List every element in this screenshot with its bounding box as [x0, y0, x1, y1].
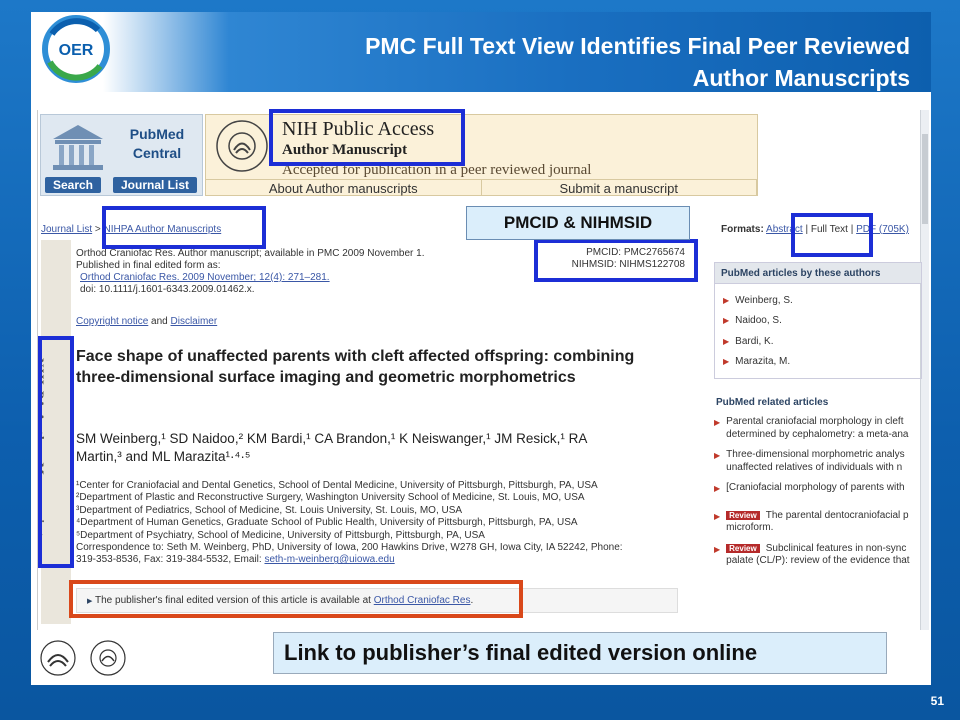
highlight-nihpa-breadcrumb	[102, 206, 266, 249]
related-article-item[interactable]: ▶ Three-dimensional morphometric analys u…	[714, 449, 922, 474]
nih-header-links: About Author manuscripts Submit a manusc…	[206, 179, 757, 196]
highlight-nih-public-access	[269, 109, 465, 166]
related-article-item[interactable]: ▶ Review The parental dentocraniofacial p…	[714, 510, 922, 535]
highlight-nihpa-side	[38, 336, 74, 568]
citation-meta: Orthod Craniofac Res. Author manuscript;…	[76, 248, 425, 296]
copyright-notice-link[interactable]: Copyright notice	[76, 316, 148, 327]
copyright-line: Copyright notice and Disclaimer	[76, 316, 217, 327]
highlight-publisher-link	[69, 580, 523, 618]
slide-title-line1: PMC Full Text View Identifies Final Peer…	[365, 33, 910, 59]
related-article-line[interactable]: microform.	[726, 522, 908, 535]
about-author-manuscripts-link[interactable]: About Author manuscripts	[206, 180, 482, 196]
meta-line1: Orthod Craniofac Res. Author manuscript;…	[76, 248, 425, 259]
disclaimer-link[interactable]: Disclaimer	[171, 316, 218, 327]
sidebar-author-name[interactable]: Weinberg, S.	[735, 295, 793, 306]
bullet-arrow-icon: ▶	[714, 451, 721, 460]
affiliation-item: ¹Center for Craniofacial and Dental Gene…	[76, 480, 598, 491]
copyright-and: and	[151, 316, 168, 327]
pmc-search-button[interactable]: Search	[45, 177, 101, 193]
correspondence-line1: Correspondence to: Seth M. Weinberg, PhD…	[76, 542, 623, 554]
correspondence-line2: 319-353-8536, Fax: 319-384-5532, Email: …	[76, 554, 696, 566]
bullet-arrow-icon: ▶	[723, 316, 730, 326]
bullet-arrow-icon: ▶	[723, 336, 730, 346]
highlight-ids	[534, 239, 698, 282]
breadcrumb-separator: >	[94, 224, 101, 235]
related-article-line[interactable]: Three-dimensional morphometric analys	[726, 449, 904, 462]
sidebar-author-item[interactable]: ▶ Bardi, K.	[723, 331, 915, 352]
bullet-arrow-icon: ▶	[723, 357, 730, 367]
bullet-arrow-icon: ▶	[714, 511, 721, 521]
slide-number: 51	[930, 694, 944, 708]
pmc-logo[interactable]: PubMed Central Search Journal List	[40, 114, 203, 196]
oer-logo-text: OER	[59, 42, 94, 59]
pmc-building-icon	[53, 125, 103, 170]
pmc-name-line1: PubMed	[129, 126, 185, 142]
review-badge: Review	[726, 543, 760, 553]
related-article-line[interactable]: palate (CL/P): review of the evidence th…	[726, 555, 909, 568]
related-article-line[interactable]: The parental dentocraniofacial p	[766, 510, 909, 521]
meta-line2: Published in final edited form as:	[76, 260, 221, 271]
scrollbar-thumb[interactable]	[922, 134, 928, 224]
pubmed-sidebar: PubMed articles by these authors ▶ Weinbe…	[714, 262, 922, 568]
related-article-line[interactable]: Parental craniofacial morphology in clef…	[726, 416, 908, 429]
hhs-nih-logos	[40, 640, 126, 676]
pmc-name: PubMed Central	[115, 125, 199, 163]
slide-title-line2: Author Manuscripts	[692, 65, 910, 91]
authors-panel-heading: PubMed articles by these authors	[714, 262, 922, 284]
sidebar-author-item[interactable]: ▶ Weinberg, S.	[723, 290, 915, 311]
nih-seal-icon	[216, 120, 268, 172]
citation-link[interactable]: Orthod Craniofac Res. 2009 November; 12(…	[80, 272, 330, 283]
pmc-journal-list-button[interactable]: Journal List	[113, 177, 197, 193]
related-articles-heading: PubMed related articles	[716, 397, 829, 408]
bullet-arrow-icon: ▶	[723, 295, 730, 305]
pmcid-nihmsid-callout: PMCID & NIHMSID	[466, 206, 690, 240]
related-article-line[interactable]: Subclinical features in non-sync	[766, 543, 907, 554]
related-article-line[interactable]: [Craniofacial morphology of parents with	[726, 482, 904, 495]
review-badge: Review	[726, 510, 760, 520]
author-list: SM Weinberg,¹ SD Naidoo,² KM Bardi,¹ CA …	[76, 430, 676, 466]
breadcrumb-journal-list[interactable]: Journal List	[41, 224, 92, 235]
bullet-arrow-icon: ▶	[714, 544, 721, 554]
sidebar-author-name[interactable]: Naidoo, S.	[735, 315, 782, 326]
related-article-item[interactable]: ▶ Review Subclinical features in non-sync…	[714, 543, 922, 568]
affiliations: ¹Center for Craniofacial and Dental Gene…	[76, 480, 696, 567]
related-article-item[interactable]: ▶ [Craniofacial morphology of parents wi…	[714, 482, 922, 496]
doi-line: doi: 10.1111/j.1601-6343.2009.01462.x.	[80, 284, 255, 295]
article-title: Face shape of unaffected parents with cl…	[76, 348, 635, 386]
bullet-arrow-icon: ▶	[714, 418, 721, 427]
correspondence-contact: 319-353-8536, Fax: 319-384-5532, Email:	[76, 554, 262, 566]
authors-line1: SM Weinberg,¹ SD Naidoo,² KM Bardi,¹ CA …	[76, 431, 588, 446]
pmc-name-line2: Central	[132, 145, 182, 161]
author-email-link[interactable]: seth-m-weinberg@uiowa.edu	[264, 554, 394, 565]
sidebar-author-name[interactable]: Bardi, K.	[735, 336, 773, 347]
sidebar-author-item[interactable]: ▶ Naidoo, S.	[723, 311, 915, 332]
related-article-item[interactable]: ▶ Parental craniofacial morphology in cl…	[714, 416, 922, 441]
formats-label: Formats:	[721, 224, 764, 235]
affiliation-item: ²Department of Plastic and Reconstructiv…	[76, 492, 585, 504]
affiliation-item: ⁴Department of Human Genetics, Graduate …	[76, 517, 578, 529]
submit-manuscript-link[interactable]: Submit a manuscript	[482, 180, 757, 196]
pmc-screenshot: PubMed Central Search Journal List NIH P…	[37, 110, 929, 630]
oer-logo: OER	[42, 15, 110, 83]
related-article-line[interactable]: determined by cephalometry: a meta-ana	[726, 429, 908, 442]
slide-title: PMC Full Text View Identifies Final Peer…	[230, 30, 910, 94]
sidebar-author-item[interactable]: ▶ Marazita, M.	[723, 352, 915, 373]
sidebar-author-name[interactable]: Marazita, M.	[735, 356, 790, 367]
highlight-full-text	[791, 213, 873, 257]
affiliation-item: ⁵Department of Psychiatry, School of Med…	[76, 529, 485, 541]
related-article-line[interactable]: unaffected relatives of individuals with…	[726, 462, 904, 475]
publisher-link-callout: Link to publisher’s final edited version…	[273, 632, 887, 674]
affiliation-item: ³Department of Pediatrics, School of Med…	[76, 504, 463, 516]
authors-panel: ▶ Weinberg, S. ▶ Naidoo, S. ▶ Bardi, K. ▶ Ma…	[714, 284, 922, 379]
authors-line2: Martin,³ and ML Marazita¹·⁴·⁵	[76, 449, 251, 464]
bullet-arrow-icon: ▶	[714, 484, 721, 493]
